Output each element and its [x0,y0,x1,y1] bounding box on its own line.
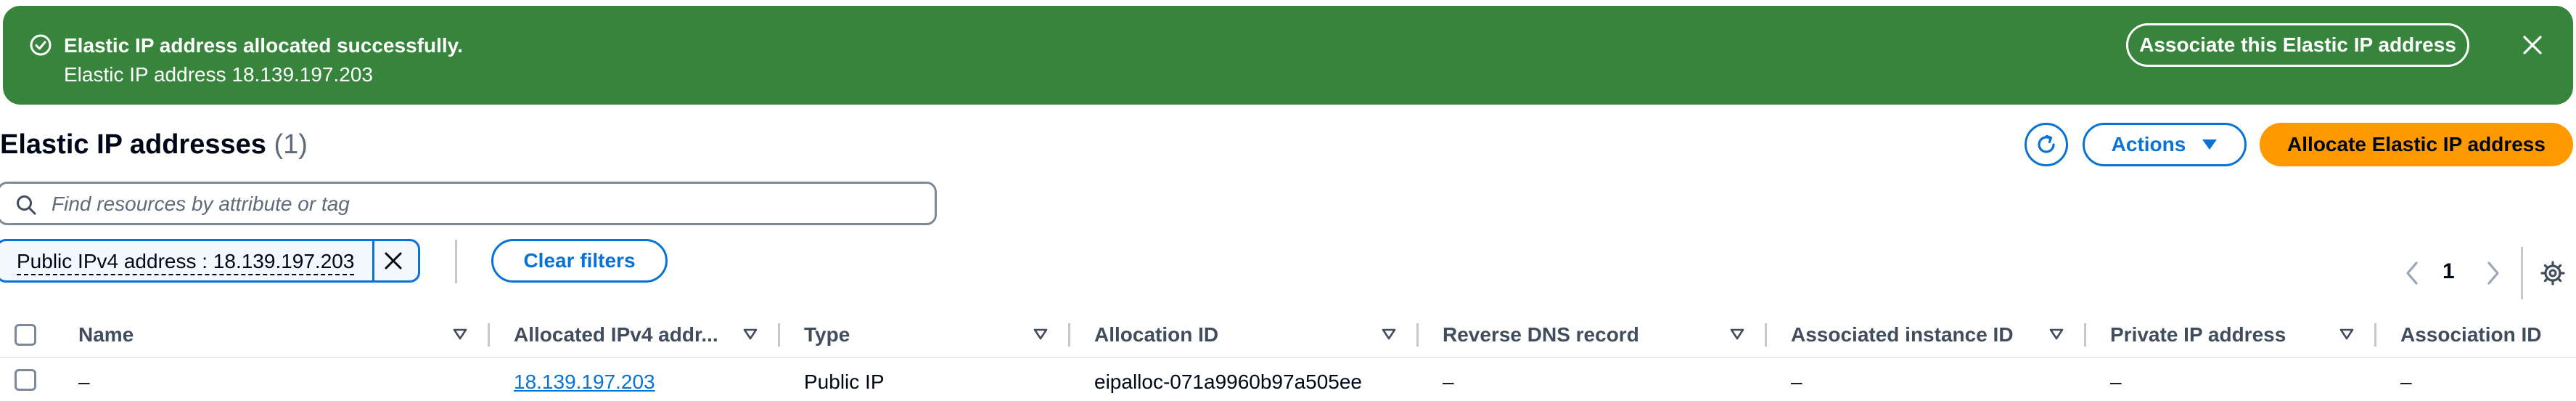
cell-reverse-dns: – [1443,370,1454,393]
table-header-divider [0,357,2576,358]
column-header-private-ip[interactable]: Private IP address [2110,322,2286,348]
sort-caret-icon[interactable] [1382,328,1396,340]
column-header-associated-instance-id[interactable]: Associated instance ID [1791,322,2014,348]
flash-title: Elastic IP address allocated successfull… [64,34,463,57]
sort-caret-icon[interactable] [2339,328,2354,340]
chevron-left-icon[interactable] [2403,260,2421,286]
success-flash-banner: Elastic IP address allocated successfull… [3,6,2573,105]
filter-token-divider [372,241,374,280]
cell-allocated-ipv4-link[interactable]: 18.139.197.203 [514,369,655,395]
row-checkbox[interactable] [15,369,36,391]
column-divider[interactable] [1416,323,1419,347]
column-divider[interactable] [488,323,490,347]
column-divider[interactable] [1068,323,1070,347]
column-divider[interactable] [1765,323,1767,347]
filter-token-label[interactable]: Public IPv4 address : 18.139.197.203 [17,249,355,275]
close-icon[interactable] [382,250,404,272]
close-icon[interactable] [2521,33,2544,57]
cell-private-ip: – [2110,370,2122,393]
actions-label: Actions [2111,133,2186,155]
sort-caret-icon[interactable] [2049,328,2064,340]
filter-token[interactable]: Public IPv4 address : 18.139.197.203 [0,239,420,283]
page-number[interactable]: 1 [2442,259,2455,284]
associate-elastic-ip-button[interactable]: Associate this Elastic IP address [2126,23,2469,67]
column-header-type[interactable]: Type [804,322,850,348]
cell-allocation-id: eipalloc-071a9960b97a505ee [1094,370,1363,393]
column-header-allocation-id[interactable]: Allocation ID [1094,322,1218,348]
search-icon [15,194,37,216]
sort-caret-icon[interactable] [1033,328,1048,340]
actions-dropdown-button[interactable]: Actions [2083,123,2247,166]
column-divider[interactable] [2084,323,2086,347]
pagination-divider [2521,247,2523,299]
allocate-elastic-ip-button[interactable]: Allocate Elastic IP address [2260,123,2573,166]
sort-caret-icon[interactable] [1730,328,1744,340]
cell-associated-instance-id: – [1791,370,1802,393]
filter-divider [455,240,457,283]
search-field[interactable] [0,182,937,225]
column-divider[interactable] [778,323,780,347]
chevron-right-icon[interactable] [2485,260,2502,286]
refresh-button[interactable] [2025,123,2068,166]
cell-type: Public IP [804,370,885,393]
caret-down-icon [2202,139,2218,150]
clear-filters-button[interactable]: Clear filters [491,239,668,283]
refresh-icon [2034,132,2059,157]
result-count: (1) [274,129,308,160]
cell-association-id: – [2400,370,2412,393]
select-all-checkbox[interactable] [15,324,36,346]
column-header-allocated-ipv4[interactable]: Allocated IPv4 addr... [514,322,718,348]
sort-caret-icon[interactable] [453,328,467,340]
sort-caret-icon[interactable] [743,328,758,340]
flash-message: Elastic IP address 18.139.197.203 [64,63,374,86]
column-header-reverse-dns[interactable]: Reverse DNS record [1443,322,1639,348]
page-title-text: Elastic IP addresses [0,129,266,160]
column-header-association-id[interactable]: Association ID [2400,322,2541,348]
search-input[interactable] [50,188,909,220]
column-divider[interactable] [2374,323,2376,347]
page-title: Elastic IP addresses (1) [0,128,308,161]
gear-icon[interactable] [2540,260,2566,286]
cell-name: – [78,370,90,393]
column-header-name[interactable]: Name [78,322,134,348]
success-check-icon [29,33,52,57]
